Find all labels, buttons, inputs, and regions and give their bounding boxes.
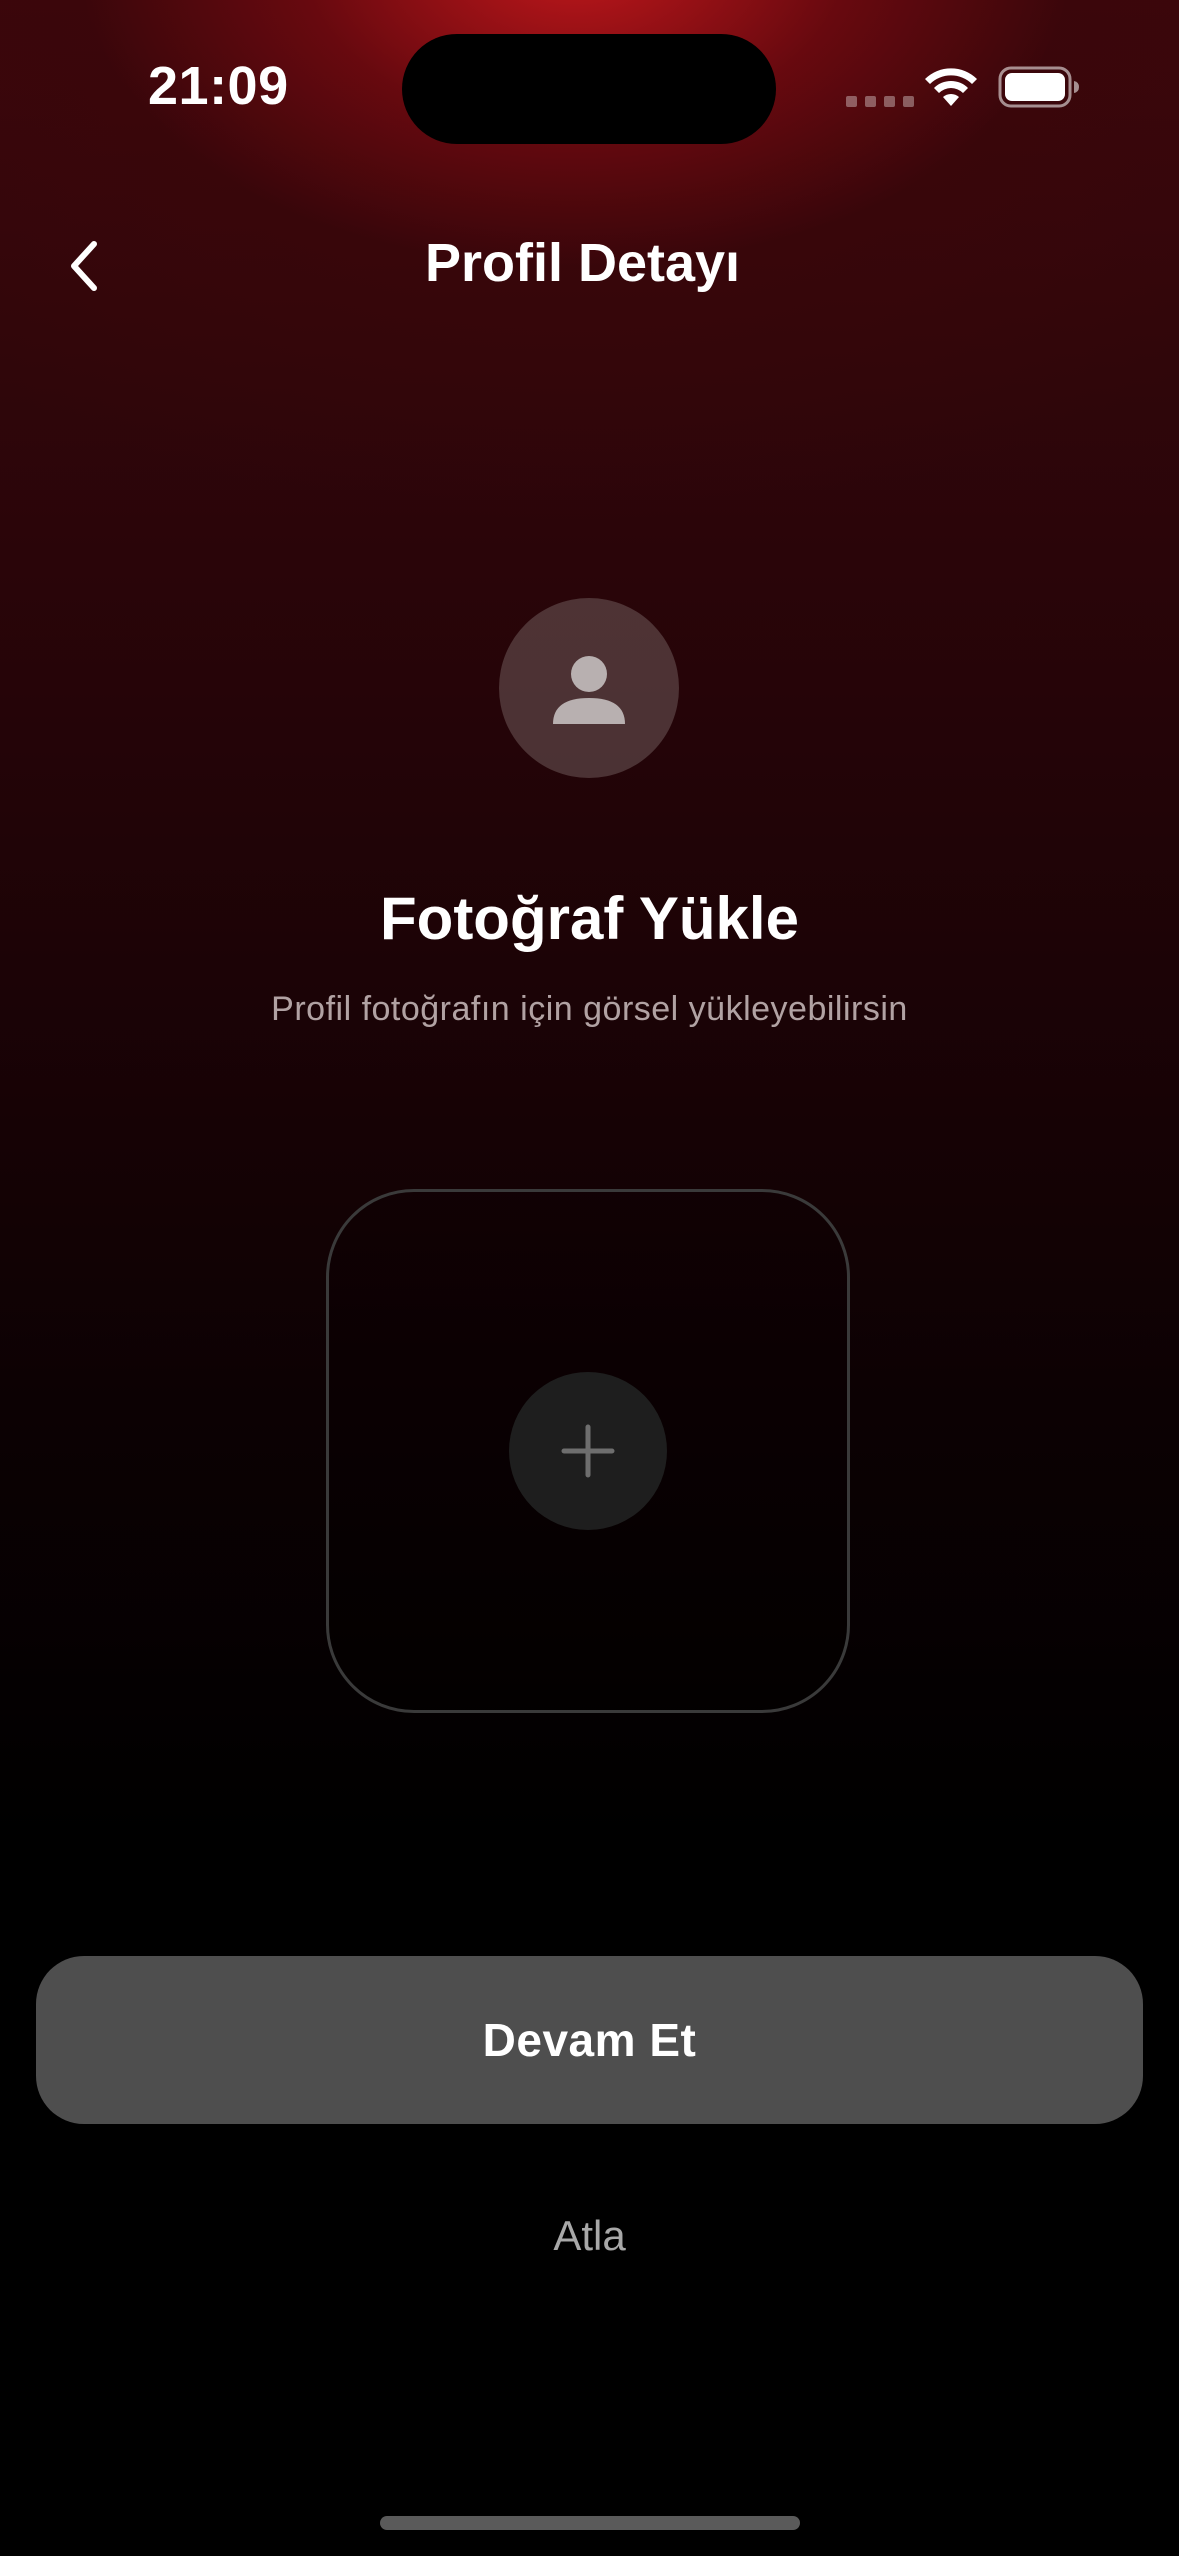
person-icon	[553, 656, 625, 724]
signal-dots-icon	[846, 96, 914, 107]
wifi-icon	[925, 68, 977, 106]
skip-button[interactable]: Atla	[0, 2212, 1179, 2260]
page-title: Profil Detayı	[424, 233, 741, 293]
avatar	[499, 598, 679, 778]
battery-icon	[998, 66, 1079, 108]
plus-icon	[561, 1424, 615, 1478]
photo-upload-area[interactable]	[326, 1189, 850, 1713]
upload-heading: Fotoğraf Yükle	[380, 885, 799, 952]
dynamic-island	[402, 34, 776, 144]
home-indicator	[380, 2516, 800, 2530]
status-time: 21:09	[148, 56, 289, 116]
upload-subheading: Profil fotoğrafın için görsel yükleyebil…	[271, 990, 908, 1028]
add-photo-button[interactable]	[509, 1372, 667, 1530]
profile-detail-screen: 21:09 Profil Detayı Fotoğraf Yükle Profi…	[0, 0, 1179, 2556]
continue-button[interactable]: Devam Et	[36, 1956, 1143, 2124]
